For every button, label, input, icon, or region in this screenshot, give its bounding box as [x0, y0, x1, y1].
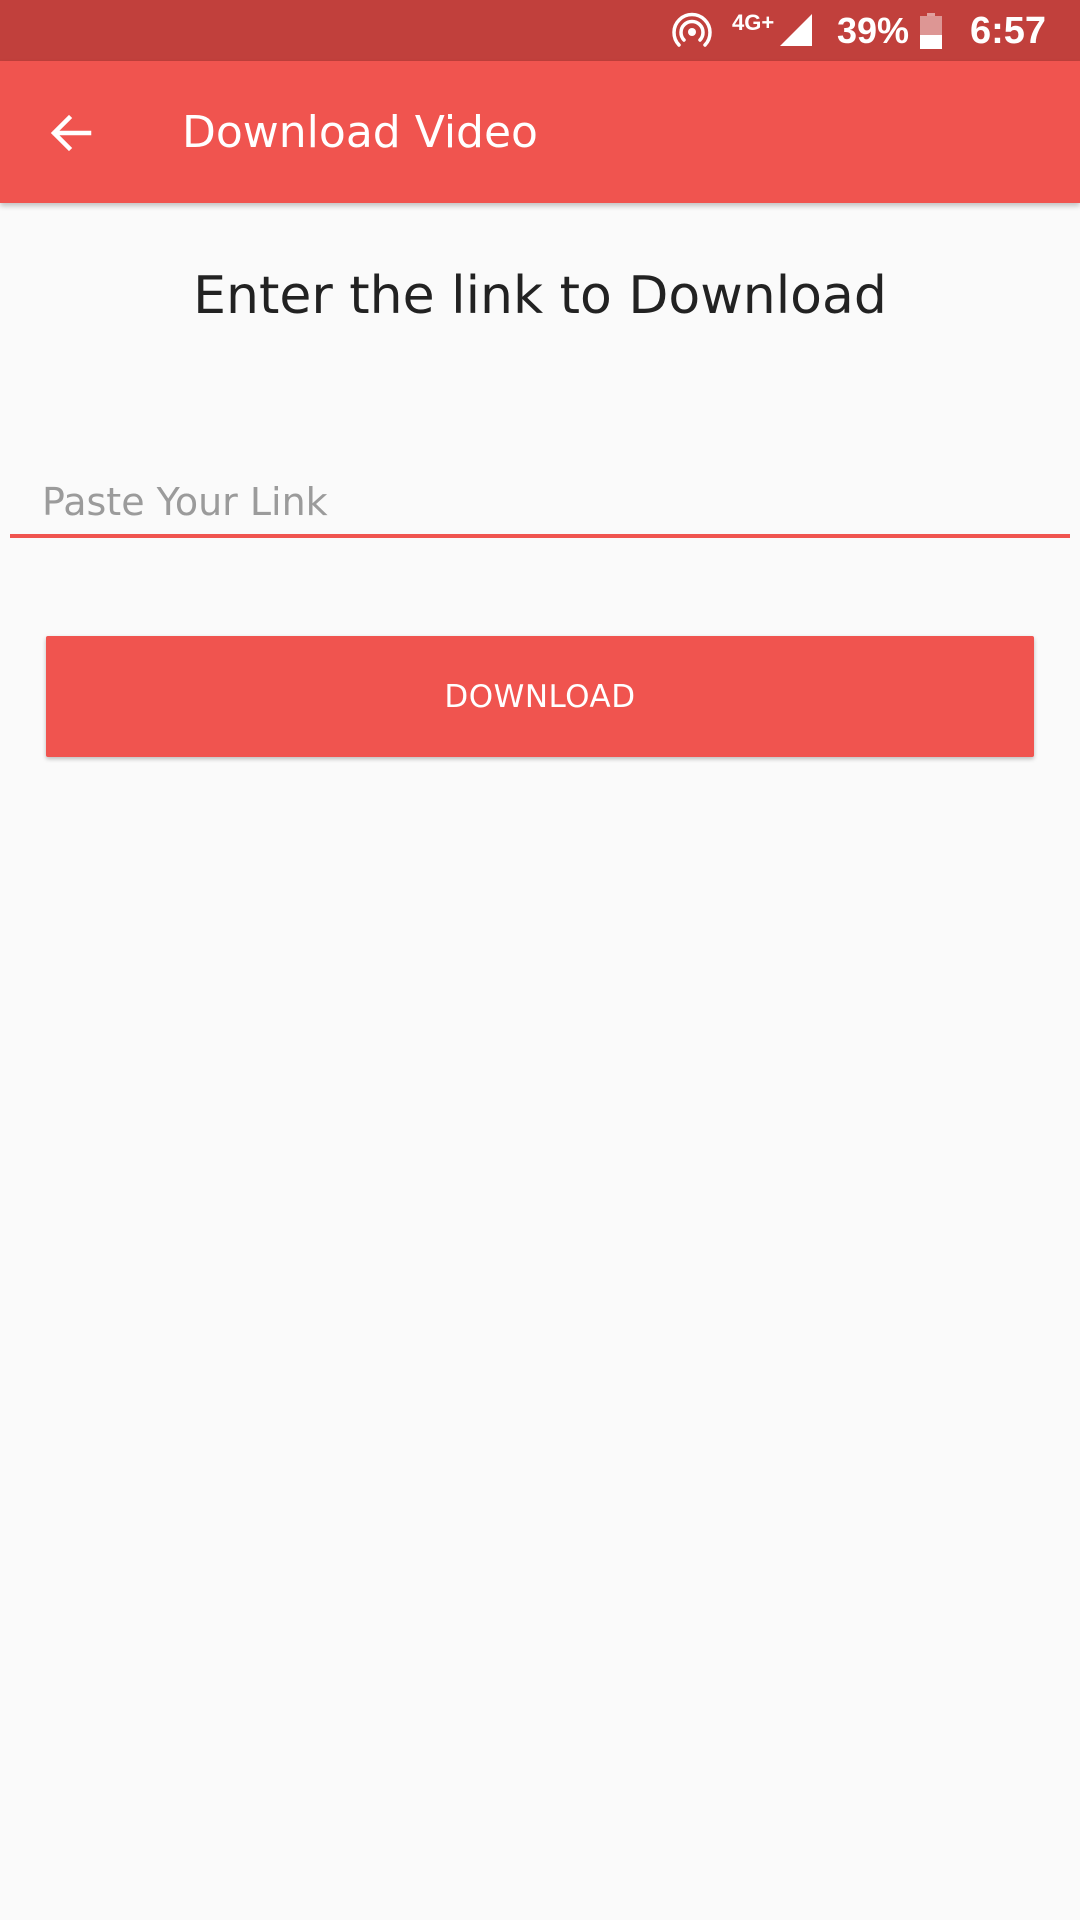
status-bar: 4G+ 39% 6:57: [0, 0, 1080, 61]
instruction-heading: Enter the link to Download: [193, 266, 887, 326]
hotspot-icon: [672, 12, 712, 47]
network-type: 4G+: [732, 10, 775, 35]
page-title: Download Video: [182, 107, 538, 158]
app-bar: Download Video: [0, 61, 1080, 203]
download-button[interactable]: DOWNLOAD: [46, 636, 1034, 757]
back-button[interactable]: [38, 103, 104, 163]
screen: 4G+ 39% 6:57 Download Video Enter the li…: [0, 0, 1080, 1920]
battery-percentage: 39%: [837, 10, 910, 51]
battery-icon: [920, 13, 942, 49]
cellular-signal-icon: [780, 14, 812, 46]
arrow-back-icon: [50, 114, 92, 152]
link-input[interactable]: [10, 470, 1070, 538]
clock: 6:57: [970, 10, 1047, 52]
